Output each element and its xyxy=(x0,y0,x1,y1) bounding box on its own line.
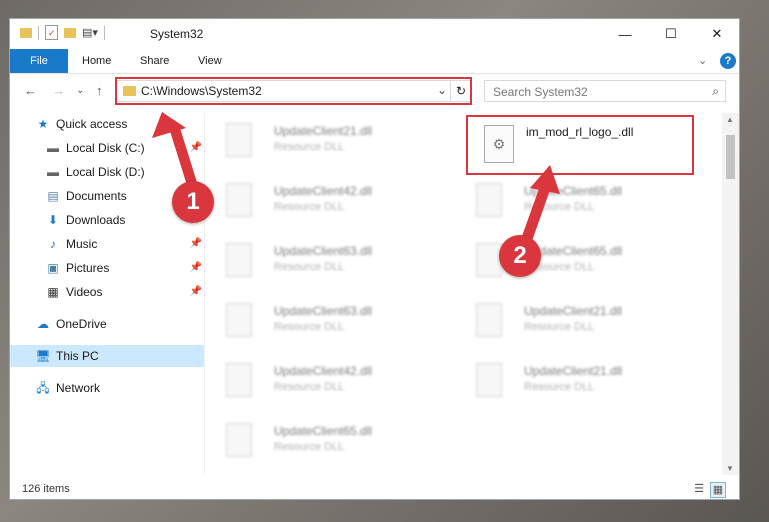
step-badge-2: 2 xyxy=(499,235,541,277)
arrow-2-head xyxy=(530,165,560,194)
step-badge-1: 1 xyxy=(172,181,214,223)
annotation-arrows xyxy=(152,112,560,255)
